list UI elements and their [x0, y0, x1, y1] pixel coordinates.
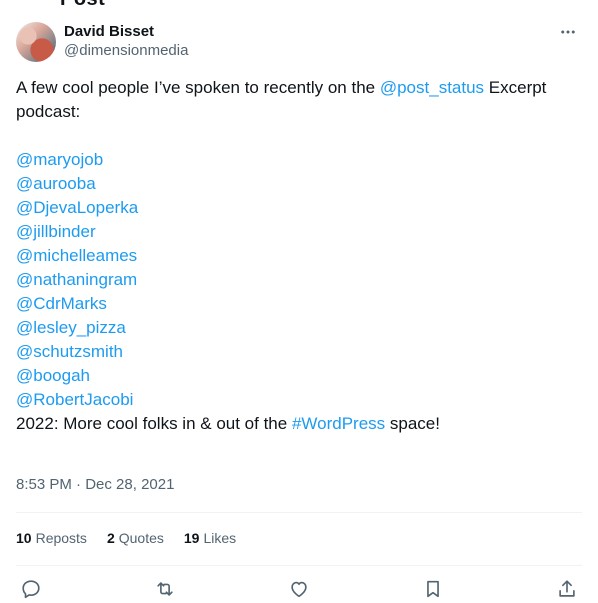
post-date[interactable]: Dec 28, 2021: [85, 476, 174, 493]
mention-link[interactable]: @CdrMarks: [16, 292, 582, 316]
intro-text: A few cool people I’ve spoken to recentl…: [16, 78, 380, 97]
mention-link[interactable]: @post_status: [380, 78, 484, 97]
mention-link[interactable]: @schutzsmith: [16, 340, 582, 364]
divider: [16, 565, 582, 566]
mention-link[interactable]: @RobertJacobi: [16, 388, 582, 412]
intro-line: A few cool people I’ve spoken to recentl…: [16, 76, 582, 124]
avatar[interactable]: [16, 22, 56, 62]
post-text: A few cool people I’ve spoken to recentl…: [16, 76, 582, 436]
mention-link[interactable]: @michelleames: [16, 244, 582, 268]
reposts-stat[interactable]: 10 Reposts: [16, 528, 87, 548]
divider: [16, 512, 582, 513]
bookmark-icon[interactable]: [418, 576, 448, 602]
mention-link[interactable]: @nathaningram: [16, 268, 582, 292]
mention-link[interactable]: @boogah: [16, 364, 582, 388]
post-meta: 8:53 PM · Dec 28, 2021: [16, 475, 174, 495]
meta-separator: ·: [71, 476, 86, 493]
quotes-label: Quotes: [118, 530, 164, 546]
reposts-count: 10: [16, 530, 32, 546]
quotes-stat[interactable]: 2 Quotes: [107, 528, 164, 548]
hashtag-link[interactable]: #WordPress: [292, 414, 385, 433]
more-icon[interactable]: [556, 22, 580, 42]
closing-text-end: space!: [385, 414, 440, 433]
post-header: David Bisset @dimensionmedia: [16, 22, 582, 64]
mentions-list: @maryojob @aurooba @DjevaLoperka @jillbi…: [16, 148, 582, 412]
like-icon[interactable]: [284, 576, 314, 602]
likes-stat[interactable]: 19 Likes: [184, 528, 236, 548]
mention-link[interactable]: @jillbinder: [16, 220, 582, 244]
mention-link[interactable]: @maryojob: [16, 148, 582, 172]
share-icon[interactable]: [552, 576, 582, 602]
closing-text: 2022: More cool folks in & out of the: [16, 414, 292, 433]
repost-icon[interactable]: [150, 576, 180, 602]
author-display-name[interactable]: David Bisset: [64, 22, 188, 41]
mention-link[interactable]: @DjevaLoperka: [16, 196, 582, 220]
quotes-count: 2: [106, 530, 115, 546]
reply-icon[interactable]: [16, 576, 46, 602]
action-bar: [16, 576, 582, 602]
post-time[interactable]: 8:53 PM: [16, 476, 72, 493]
mention-link[interactable]: @lesley_pizza: [16, 316, 582, 340]
likes-label: Likes: [203, 530, 237, 546]
page-title-cut: Post: [60, 0, 105, 11]
closing-line: 2022: More cool folks in & out of the #W…: [16, 412, 582, 436]
author-handle[interactable]: @dimensionmedia: [64, 41, 188, 61]
reposts-label: Reposts: [35, 530, 87, 546]
engagement-stats: 10 Reposts 2 Quotes 19 Likes: [16, 528, 236, 548]
author-names: David Bisset @dimensionmedia: [64, 22, 188, 61]
likes-count: 19: [183, 530, 200, 546]
mention-link[interactable]: @aurooba: [16, 172, 582, 196]
